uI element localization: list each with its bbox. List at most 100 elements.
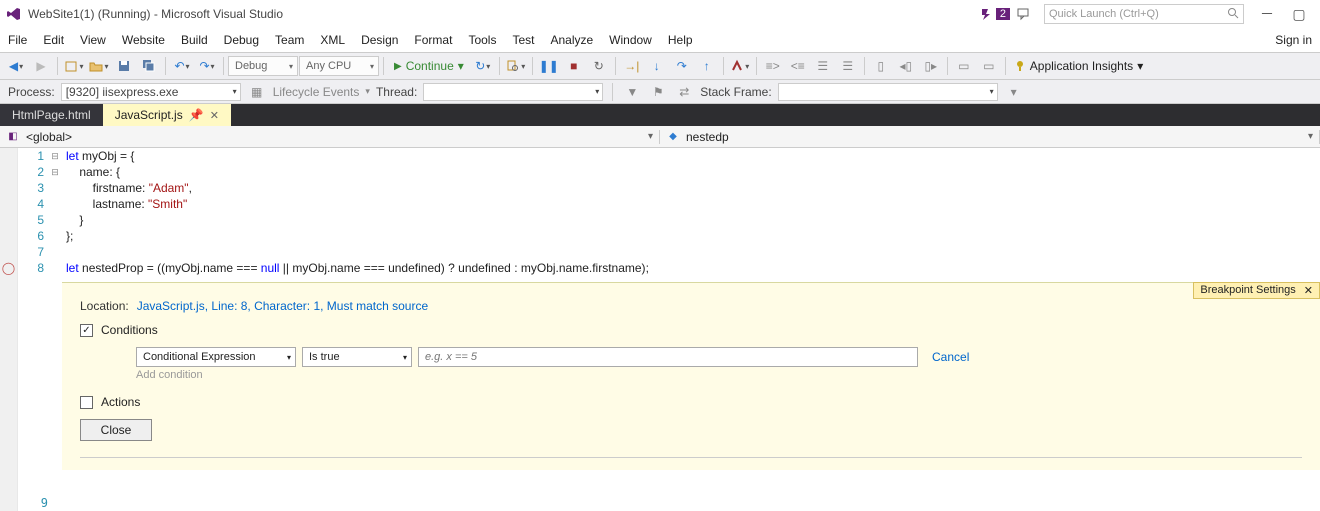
solution-platform-combo[interactable]: Any CPU <box>299 56 379 76</box>
open-file-button[interactable] <box>87 54 111 78</box>
menu-build[interactable]: Build <box>181 33 208 47</box>
actions-checkbox[interactable] <box>80 396 93 409</box>
actions-label: Actions <box>101 395 140 409</box>
uncomment-button[interactable]: ☰ <box>836 54 860 78</box>
menu-window[interactable]: Window <box>609 33 652 47</box>
condition-expression-input[interactable] <box>418 347 918 367</box>
nav-forward-button[interactable]: ▶ <box>29 54 53 78</box>
quick-launch-input[interactable]: Quick Launch (Ctrl+Q) <box>1044 4 1244 24</box>
thread-flag-icon[interactable]: ⚑ <box>648 83 668 101</box>
scope-right-combo[interactable]: ◆ nestedp ▾ <box>660 130 1320 144</box>
tab-htmlpage[interactable]: HtmlPage.html <box>0 104 103 126</box>
menu-tools[interactable]: Tools <box>468 33 496 47</box>
new-project-button[interactable] <box>62 54 86 78</box>
undo-button[interactable]: ↶ <box>170 54 194 78</box>
breakpoint-settings-tag: Breakpoint Settings ✕ <box>1193 282 1320 299</box>
bookmark-next-button[interactable]: ▯▸ <box>919 54 943 78</box>
inc-indent-button[interactable]: ≡> <box>761 54 785 78</box>
solution-config-combo[interactable]: Debug <box>228 56 298 76</box>
lifecycle-label[interactable]: Lifecycle Events <box>273 85 360 99</box>
menu-debug[interactable]: Debug <box>224 33 259 47</box>
notifications-button[interactable]: 2 <box>980 7 1010 21</box>
title-bar: WebSite1(1) (Running) - Microsoft Visual… <box>0 0 1320 28</box>
find-in-files-button[interactable] <box>504 54 528 78</box>
menu-format[interactable]: Format <box>414 33 452 47</box>
sign-in-link[interactable]: Sign in <box>1275 33 1312 47</box>
comment-button[interactable]: ☰ <box>811 54 835 78</box>
menu-edit[interactable]: Edit <box>43 33 64 47</box>
menu-view[interactable]: View <box>80 33 106 47</box>
pause-button[interactable]: ❚❚ <box>537 54 561 78</box>
menu-test[interactable]: Test <box>512 33 534 47</box>
menu-file[interactable]: File <box>8 33 27 47</box>
debug-toolbar: Process: [9320] iisexpress.exe ▦ Lifecyc… <box>0 80 1320 104</box>
menu-design[interactable]: Design <box>361 33 398 47</box>
quick-launch-placeholder: Quick Launch (Ctrl+Q) <box>1049 8 1159 20</box>
process-combo[interactable]: [9320] iisexpress.exe <box>61 83 241 101</box>
thread-combo[interactable] <box>423 83 603 101</box>
conditions-checkbox[interactable]: ✓ <box>80 324 93 337</box>
menu-analyze[interactable]: Analyze <box>550 33 593 47</box>
breakpoint-gutter[interactable]: ◯ <box>0 148 18 511</box>
menu-xml[interactable]: XML <box>320 33 345 47</box>
menu-help[interactable]: Help <box>668 33 693 47</box>
condition-type-combo[interactable]: Conditional Expression <box>136 347 296 367</box>
menu-team[interactable]: Team <box>275 33 304 47</box>
breakpoint-settings-panel: Breakpoint Settings ✕ Location: JavaScri… <box>62 282 1320 470</box>
vs-logo-icon <box>6 6 22 22</box>
step-out-button[interactable]: ↑ <box>695 54 719 78</box>
stack-frame-label: Stack Frame: <box>700 85 771 99</box>
scope-icon: ◧ <box>6 130 20 144</box>
code-content[interactable]: let myObj = { name: { firstname: "Adam",… <box>62 148 1320 511</box>
misc-button-1[interactable]: ▭ <box>952 54 976 78</box>
misc-button-2[interactable]: ▭ <box>977 54 1001 78</box>
minimize-button[interactable]: － <box>1252 4 1282 24</box>
browser-link-button[interactable]: ↻ <box>471 54 495 78</box>
stop-button[interactable]: ■ <box>562 54 586 78</box>
bookmark-prev-button[interactable]: ◂▯ <box>894 54 918 78</box>
step-over-button[interactable]: ↷ <box>670 54 694 78</box>
intellitrace-button[interactable] <box>728 54 752 78</box>
location-label: Location: <box>80 299 129 313</box>
maximize-button[interactable]: ▢ <box>1284 4 1314 24</box>
menu-website[interactable]: Website <box>122 33 165 47</box>
thread-filter-icon[interactable]: ▼ <box>622 83 642 101</box>
condition-op-combo[interactable]: Is true <box>302 347 412 367</box>
step-into-button[interactable]: ↓ <box>645 54 669 78</box>
feedback-icon[interactable] <box>1012 2 1036 26</box>
thread-label: Thread: <box>376 85 417 99</box>
add-condition-link[interactable]: Add condition <box>136 369 1302 381</box>
field-icon: ◆ <box>666 130 680 144</box>
save-button[interactable] <box>112 54 136 78</box>
close-icon[interactable]: ✕ <box>1304 284 1313 297</box>
lifecycle-icon[interactable]: ▦ <box>247 83 267 101</box>
tab-javascript[interactable]: JavaScript.js 📌 ✕ <box>103 104 231 126</box>
code-editor[interactable]: ◯ 123 456 78 ⊟⊟ let myObj = { name: { fi… <box>0 148 1320 511</box>
editor-tabs: HtmlPage.html JavaScript.js 📌 ✕ <box>0 104 1320 126</box>
dec-indent-button[interactable]: <≡ <box>786 54 810 78</box>
nav-back-button[interactable]: ◀ <box>4 54 28 78</box>
redo-button[interactable]: ↷ <box>195 54 219 78</box>
scope-left-combo[interactable]: ◧ <global> ▾ <box>0 130 660 144</box>
restart-button[interactable]: ↻ <box>587 54 611 78</box>
cancel-link[interactable]: Cancel <box>932 350 969 364</box>
fold-gutter[interactable]: ⊟⊟ <box>48 148 62 511</box>
save-all-button[interactable] <box>137 54 161 78</box>
breakpoint-marker-icon[interactable]: ◯ <box>0 260 17 276</box>
show-next-statement-button[interactable]: →| <box>620 54 644 78</box>
continue-button[interactable]: Continue ▾ <box>388 55 470 77</box>
line-number-gutter: 123 456 78 <box>18 148 48 511</box>
notifications-count: 2 <box>996 8 1010 20</box>
location-link[interactable]: JavaScript.js, Line: 8, Character: 1, Mu… <box>137 299 428 313</box>
bookmark-button[interactable]: ▯ <box>869 54 893 78</box>
close-icon[interactable]: ✕ <box>210 109 219 122</box>
main-toolbar: ◀ ▶ ↶ ↷ Debug Any CPU Continue ▾ ↻ ❚❚ ■ … <box>0 52 1320 80</box>
window-title: WebSite1(1) (Running) - Microsoft Visual… <box>28 7 283 21</box>
close-button[interactable]: Close <box>80 419 152 441</box>
stack-dd-icon[interactable]: ▾ <box>1004 83 1024 101</box>
app-insights-button[interactable]: Application Insights ▾ <box>1014 59 1143 73</box>
stack-frame-combo[interactable] <box>778 83 998 101</box>
thread-switch-icon[interactable]: ⇄ <box>674 83 694 101</box>
menu-bar: File Edit View Website Build Debug Team … <box>0 28 1320 52</box>
scope-bar: ◧ <global> ▾ ◆ nestedp ▾ <box>0 126 1320 148</box>
